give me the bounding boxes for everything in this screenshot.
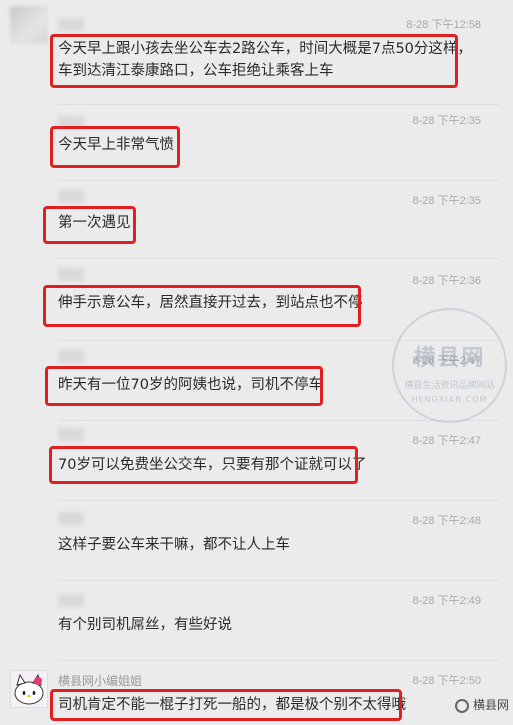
hello-kitty-icon: [11, 671, 47, 707]
timestamp: 8-28 下午2:47: [412, 435, 481, 447]
divider: [58, 580, 499, 581]
timestamp: 8-28 下午2:35: [412, 195, 481, 207]
watermark-subtitle: 横县生活资讯品牌网站: [404, 381, 495, 391]
timestamp: 8-28 下午2:35: [412, 115, 481, 127]
divider: [58, 660, 499, 661]
sender-name: [58, 18, 84, 31]
brand-text: 横县网: [472, 698, 509, 712]
watermark-title: 横县网: [413, 346, 486, 371]
highlight-box: [50, 689, 402, 721]
sender-name: [58, 190, 84, 203]
highlight-box: [43, 285, 361, 327]
sender-name: [58, 428, 84, 441]
timestamp: 8-28 下午2:36: [412, 275, 481, 287]
sender-name: [58, 350, 84, 363]
brand-label: 横县网: [454, 696, 509, 713]
divider: [58, 104, 499, 105]
divider: [58, 180, 499, 181]
watermark-stamp: 横县网 横县生活资讯品牌网站 HENGXIAN.COM: [392, 308, 507, 423]
message-text: 这样子要公车来干嘛，都不让人上车: [58, 537, 290, 553]
sender-name: 横县网小编姐姐: [58, 674, 143, 688]
highlight-box: [50, 34, 458, 88]
divider: [58, 500, 499, 501]
timestamp: 8-28 下午2:48: [412, 515, 481, 527]
avatar[interactable]: [10, 6, 48, 44]
sender-name: [58, 594, 84, 607]
divider: [58, 258, 499, 259]
avatar[interactable]: [10, 670, 48, 708]
timestamp: 8-28 下午2:50: [412, 675, 481, 687]
message-text: 有个别司机屌丝，有些好说: [58, 617, 232, 633]
sender-name: [58, 512, 84, 525]
highlight-box: [50, 126, 180, 168]
sender-name: [58, 268, 84, 281]
highlight-box: [45, 366, 323, 406]
timestamp: 8-28 下午2:49: [412, 595, 481, 607]
highlight-box: [43, 206, 136, 244]
timestamp: 8-28 下午12:58: [406, 19, 481, 31]
highlight-box: [49, 446, 358, 484]
watermark-en: HENGXIAN.COM: [411, 395, 488, 404]
wechat-icon: [454, 698, 469, 713]
